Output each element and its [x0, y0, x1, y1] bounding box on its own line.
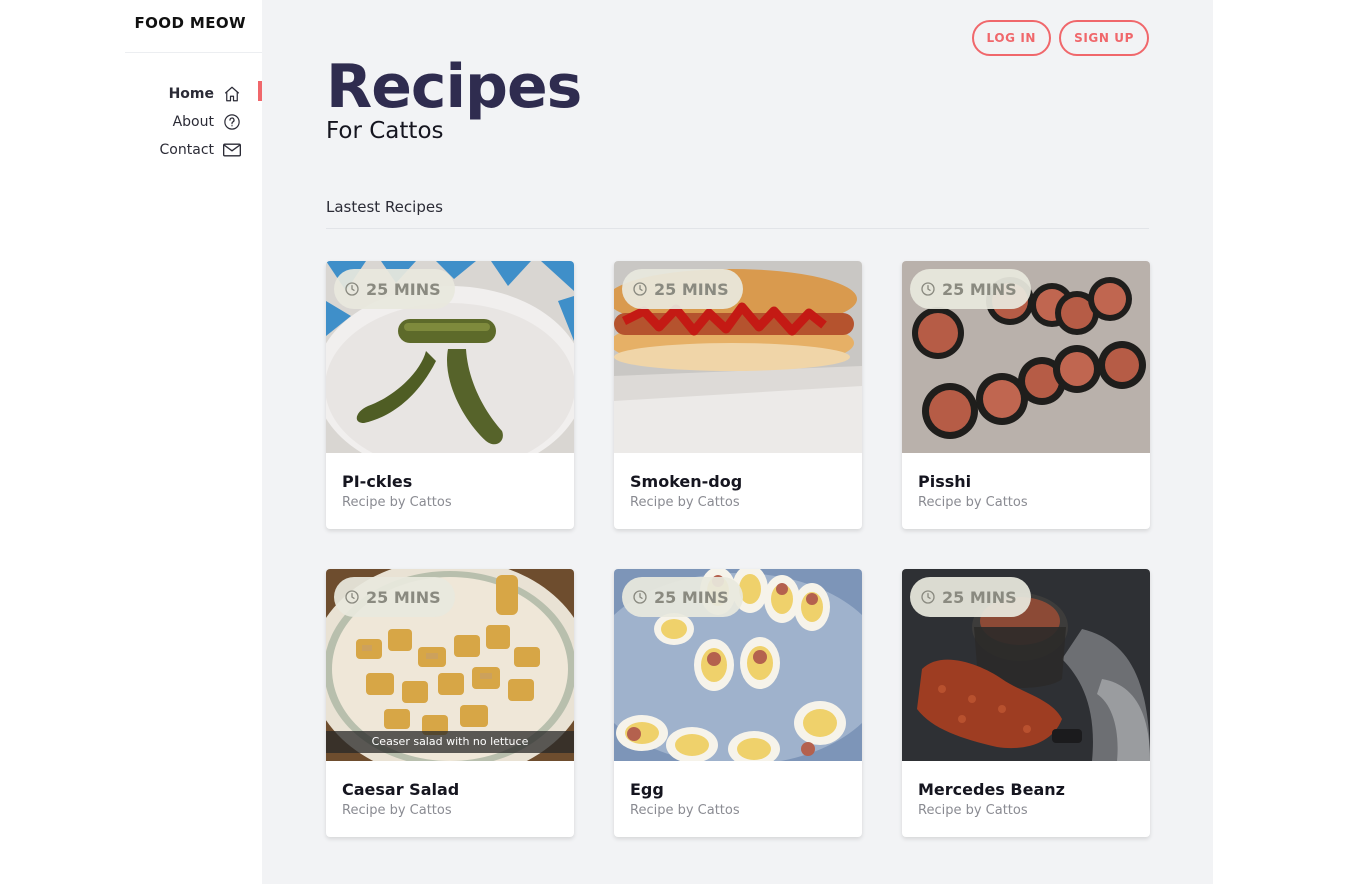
- recipe-card-pickles[interactable]: 25 MINS PI-ckles Recipe by Cattos: [326, 261, 574, 529]
- auth-buttons: LOG IN SIGN UP: [971, 20, 1149, 56]
- time-label: 25 MINS: [654, 587, 729, 607]
- nav-item-label: Contact: [159, 142, 214, 158]
- signup-button[interactable]: SIGN UP: [1059, 20, 1149, 56]
- main-content: LOG IN SIGN UP Recipes For Cattos Lastes…: [262, 0, 1213, 884]
- recipe-image: 25 MINS: [902, 569, 1150, 761]
- login-button[interactable]: LOG IN: [971, 20, 1052, 56]
- recipe-card-mercedes-beanz[interactable]: 25 MINS Mercedes Beanz Recipe by Cattos: [902, 569, 1150, 837]
- sidebar: FOOD MEOW Home About Contact: [125, 0, 262, 884]
- recipe-card-pisshi[interactable]: 25 MINS Pisshi Recipe by Cattos: [902, 261, 1150, 529]
- page-subtitle: For Cattos: [326, 118, 444, 144]
- recipe-image: 25 MINS: [326, 261, 574, 453]
- recipe-title[interactable]: Pisshi: [918, 472, 971, 491]
- recipe-image: 25 MINS: [614, 261, 862, 453]
- time-badge: 25 MINS: [622, 269, 743, 309]
- recipe-title[interactable]: Mercedes Beanz: [918, 780, 1065, 799]
- recipe-card-egg[interactable]: 25 MINS Egg Recipe by Cattos: [614, 569, 862, 837]
- clock-icon: [345, 282, 359, 296]
- question-icon: [222, 112, 242, 132]
- brand-logo[interactable]: FOOD MEOW: [125, 0, 262, 53]
- nav-item-contact[interactable]: Contact: [125, 136, 262, 164]
- home-icon: [222, 84, 242, 104]
- time-label: 25 MINS: [942, 587, 1017, 607]
- mail-icon: [222, 140, 242, 160]
- time-label: 25 MINS: [366, 279, 441, 299]
- recipe-image: 25 MINS: [902, 261, 1150, 453]
- nav-item-about[interactable]: About: [125, 108, 262, 136]
- nav-item-home[interactable]: Home: [125, 80, 262, 108]
- section-heading: Lastest Recipes: [326, 198, 1149, 229]
- time-label: 25 MINS: [366, 587, 441, 607]
- recipe-author: Recipe by Cattos: [630, 803, 740, 818]
- time-badge: 25 MINS: [910, 269, 1031, 309]
- time-label: 25 MINS: [942, 279, 1017, 299]
- recipe-author: Recipe by Cattos: [918, 495, 1028, 510]
- time-label: 25 MINS: [654, 279, 729, 299]
- image-caption: Ceaser salad with no lettuce: [326, 731, 574, 753]
- recipe-author: Recipe by Cattos: [342, 495, 452, 510]
- clock-icon: [921, 590, 935, 604]
- time-badge: 25 MINS: [334, 269, 455, 309]
- time-badge: 25 MINS: [334, 577, 455, 617]
- clock-icon: [633, 282, 647, 296]
- clock-icon: [921, 282, 935, 296]
- nav-item-label: Home: [168, 86, 214, 102]
- page-title: Recipes: [326, 52, 582, 122]
- recipe-card-smoken-dog[interactable]: 25 MINS Smoken-dog Recipe by Cattos: [614, 261, 862, 529]
- recipe-image: 25 MINS: [614, 569, 862, 761]
- recipe-title[interactable]: Caesar Salad: [342, 780, 459, 799]
- main-nav: Home About Contact: [125, 80, 262, 164]
- nav-item-label: About: [172, 114, 214, 130]
- time-badge: 25 MINS: [910, 577, 1031, 617]
- recipe-author: Recipe by Cattos: [630, 495, 740, 510]
- time-badge: 25 MINS: [622, 577, 743, 617]
- recipe-title[interactable]: Smoken-dog: [630, 472, 742, 491]
- recipe-image: Ceaser salad with no lettuce 25 MINS: [326, 569, 574, 761]
- clock-icon: [633, 590, 647, 604]
- recipe-author: Recipe by Cattos: [918, 803, 1028, 818]
- clock-icon: [345, 590, 359, 604]
- recipe-card-caesar-salad[interactable]: Ceaser salad with no lettuce 25 MINS Cae…: [326, 569, 574, 837]
- recipe-title[interactable]: PI-ckles: [342, 472, 412, 491]
- recipe-author: Recipe by Cattos: [342, 803, 452, 818]
- recipe-title[interactable]: Egg: [630, 780, 664, 799]
- recipe-grid: 25 MINS PI-ckles Recipe by Cattos 25 MIN…: [326, 261, 1150, 837]
